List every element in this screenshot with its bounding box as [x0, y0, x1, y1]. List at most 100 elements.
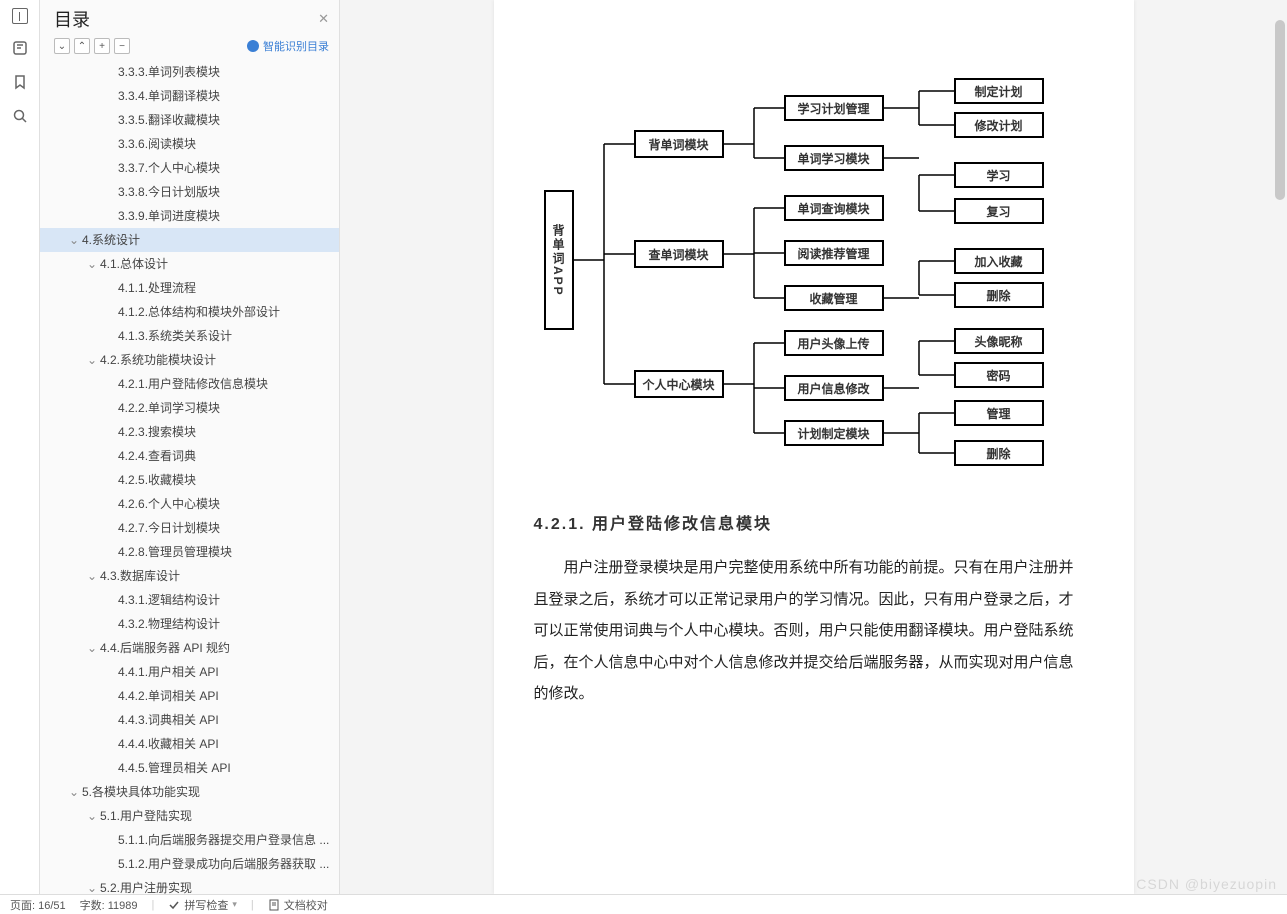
toc-label: 4.1.1.处理流程: [118, 281, 196, 295]
toc-item[interactable]: 4.2.4.查看词典: [40, 444, 339, 468]
collapse-all-btn[interactable]: ⌄: [54, 38, 70, 54]
toc-item[interactable]: 4.4.4.收藏相关 API: [40, 732, 339, 756]
diagram-node: 学习: [954, 162, 1044, 188]
diagram-node: 密码: [954, 362, 1044, 388]
chevron-down-icon[interactable]: ⌄: [68, 783, 80, 801]
watermark: CSDN @biyezuopin: [1136, 876, 1277, 892]
chevron-down-icon[interactable]: ⌄: [86, 351, 98, 369]
toc-label: 4.2.7.今日计划模块: [118, 521, 220, 535]
toc-item[interactable]: 4.2.5.收藏模块: [40, 468, 339, 492]
status-wordcount[interactable]: 字数: 11989: [80, 897, 138, 913]
scrollbar-thumb[interactable]: [1275, 20, 1285, 200]
toc-item[interactable]: 4.1.2.总体结构和模块外部设计: [40, 300, 339, 324]
toc-item[interactable]: 3.3.7.个人中心模块: [40, 156, 339, 180]
diagram-node: 修改计划: [954, 112, 1044, 138]
toc-item[interactable]: 4.4.2.单词相关 API: [40, 684, 339, 708]
toc-item[interactable]: 3.3.8.今日计划版块: [40, 180, 339, 204]
toc-item[interactable]: 4.1.3.系统类关系设计: [40, 324, 339, 348]
toc-item[interactable]: ⌄4.2.系统功能模块设计: [40, 348, 339, 372]
section-heading: 4.2.1. 用户登陆修改信息模块: [534, 510, 1074, 534]
smart-dot-icon: [247, 40, 259, 52]
document-viewport[interactable]: 背单词APP背单词模块查单词模块个人中心模块学习计划管理单词学习模块单词查询模块…: [340, 0, 1287, 894]
toc-item[interactable]: 3.3.4.单词翻译模块: [40, 84, 339, 108]
diagram-node: 单词查询模块: [784, 195, 884, 221]
diagram-node: 删除: [954, 440, 1044, 466]
close-icon[interactable]: ✕: [318, 11, 329, 27]
toc-item[interactable]: 5.1.2.用户登录成功向后端服务器获取 ...: [40, 852, 339, 876]
toc-label: 4.系统设计: [82, 233, 140, 247]
chevron-down-icon[interactable]: ⌄: [68, 231, 80, 249]
doc-icon: [268, 899, 280, 911]
diagram-node: 个人中心模块: [634, 370, 724, 398]
chevron-down-icon[interactable]: ⌄: [86, 567, 98, 585]
toc-item[interactable]: ⌄4.1.总体设计: [40, 252, 339, 276]
bookmark-icon[interactable]: [10, 72, 30, 92]
toc-item[interactable]: 4.2.8.管理员管理模块: [40, 540, 339, 564]
icon-rail: [0, 0, 40, 894]
diagram-node: 加入收藏: [954, 248, 1044, 274]
toc-label: 4.2.8.管理员管理模块: [118, 545, 232, 559]
toc-label: 4.4.3.词典相关 API: [118, 713, 219, 727]
toc-label: 3.3.8.今日计划版块: [118, 185, 220, 199]
chevron-down-icon[interactable]: ⌄: [86, 639, 98, 657]
toc-item[interactable]: 4.2.6.个人中心模块: [40, 492, 339, 516]
toc-item[interactable]: ⌄5.1.用户登陆实现: [40, 804, 339, 828]
toc-item[interactable]: 3.3.3.单词列表模块: [40, 60, 339, 84]
toc-label: 3.3.5.翻译收藏模块: [118, 113, 220, 127]
sidebar-title: 目录: [54, 6, 90, 32]
paragraph: 用户注册登录模块是用户完整使用系统中所有功能的前提。只有在用户注册并且登录之后，…: [534, 552, 1074, 710]
architecture-diagram: 背单词APP背单词模块查单词模块个人中心模块学习计划管理单词学习模块单词查询模块…: [534, 70, 1074, 470]
outline-icon[interactable]: [12, 8, 28, 24]
toc-item[interactable]: 3.3.5.翻译收藏模块: [40, 108, 339, 132]
diagram-node: 删除: [954, 282, 1044, 308]
toc-label: 4.1.2.总体结构和模块外部设计: [118, 305, 280, 319]
toc-item[interactable]: 4.2.1.用户登陆修改信息模块: [40, 372, 339, 396]
toc-label: 4.2.系统功能模块设计: [100, 353, 216, 367]
toc-item[interactable]: 4.3.1.逻辑结构设计: [40, 588, 339, 612]
diagram-node: 头像昵称: [954, 328, 1044, 354]
status-spellcheck[interactable]: 拼写检查 ▾: [168, 897, 237, 913]
toc-item[interactable]: 5.1.1.向后端服务器提交用户登录信息 ...: [40, 828, 339, 852]
toc-label: 5.1.1.向后端服务器提交用户登录信息 ...: [118, 833, 329, 847]
toc-item[interactable]: ⌄5.各模块具体功能实现: [40, 780, 339, 804]
toc-label: 3.3.6.阅读模块: [118, 137, 196, 151]
status-page[interactable]: 页面: 16/51: [10, 897, 66, 913]
diagram-node: 用户头像上传: [784, 330, 884, 356]
toc-item[interactable]: 4.2.2.单词学习模块: [40, 396, 339, 420]
chevron-down-icon[interactable]: ⌄: [86, 807, 98, 825]
toc-item[interactable]: 4.3.2.物理结构设计: [40, 612, 339, 636]
toc-item[interactable]: 3.3.9.单词进度模块: [40, 204, 339, 228]
chevron-down-icon[interactable]: ⌄: [86, 255, 98, 273]
toc-item[interactable]: ⌄4.4.后端服务器 API 规约: [40, 636, 339, 660]
diagram-node: 背单词APP: [544, 190, 574, 330]
table-of-contents[interactable]: 3.3.3.单词列表模块3.3.4.单词翻译模块 3.3.5.翻译收藏模块 3.3.…: [40, 60, 339, 894]
add-btn[interactable]: +: [94, 38, 110, 54]
smart-recognition-link[interactable]: 智能识别目录: [247, 38, 329, 54]
sidebar: 目录 ✕ ⌄ ⌃ + − 智能识别目录 3.3.3.单词列表模块3.3.4.单词…: [40, 0, 340, 894]
toc-item[interactable]: 4.4.5.管理员相关 API: [40, 756, 339, 780]
document-page: 背单词APP背单词模块查单词模块个人中心模块学习计划管理单词学习模块单词查询模块…: [494, 0, 1134, 894]
toc-item[interactable]: ⌄4.系统设计: [40, 228, 339, 252]
toc-item[interactable]: 3.3.6.阅读模块: [40, 132, 339, 156]
toc-label: 5.1.用户登陆实现: [100, 809, 192, 823]
scrollbar-track[interactable]: [1273, 0, 1287, 894]
chevron-down-icon[interactable]: ⌄: [86, 879, 98, 894]
toc-item[interactable]: 4.4.1.用户相关 API: [40, 660, 339, 684]
status-proofread[interactable]: 文档校对: [268, 897, 328, 913]
toc-label: 4.2.6.个人中心模块: [118, 497, 220, 511]
task-icon[interactable]: [10, 38, 30, 58]
expand-all-btn[interactable]: ⌃: [74, 38, 90, 54]
toc-label: 4.2.1.用户登陆修改信息模块: [118, 377, 268, 391]
remove-btn[interactable]: −: [114, 38, 130, 54]
toc-label: 4.4.4.收藏相关 API: [118, 737, 219, 751]
toc-item[interactable]: ⌄5.2.用户注册实现: [40, 876, 339, 894]
toc-item[interactable]: 4.2.3.搜索模块: [40, 420, 339, 444]
toc-item[interactable]: 4.1.1.处理流程: [40, 276, 339, 300]
toc-item[interactable]: ⌄4.3.数据库设计: [40, 564, 339, 588]
search-icon[interactable]: [10, 106, 30, 126]
toc-item[interactable]: 4.2.7.今日计划模块: [40, 516, 339, 540]
toc-label: 4.2.2.单词学习模块: [118, 401, 220, 415]
toc-item[interactable]: 4.4.3.词典相关 API: [40, 708, 339, 732]
toc-label: 4.3.2.物理结构设计: [118, 617, 220, 631]
toc-label: 4.4.2.单词相关 API: [118, 689, 219, 703]
